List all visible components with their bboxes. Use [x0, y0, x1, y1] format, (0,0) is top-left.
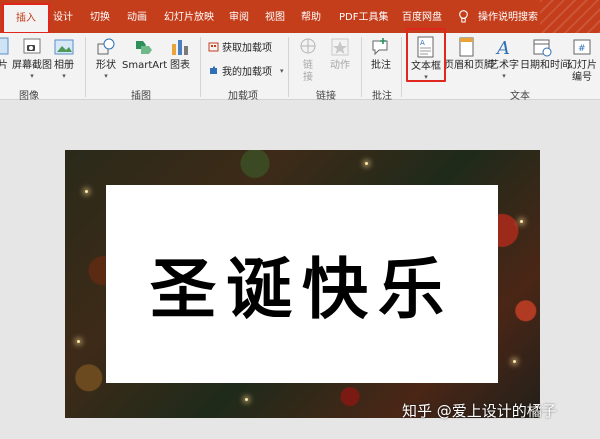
comment-icon	[372, 38, 388, 56]
chart-icon	[172, 40, 188, 55]
chevron-down-icon: ▾	[104, 72, 108, 80]
comment-button[interactable]: 批注	[367, 36, 395, 72]
group-divider	[361, 37, 362, 97]
datetime-button[interactable]: 日期和时间	[520, 36, 570, 72]
chevron-down-icon: ▾	[62, 72, 66, 80]
globe-link-icon	[300, 38, 316, 54]
tab-insert[interactable]: 插入	[2, 3, 50, 34]
bokeh-light	[365, 162, 368, 165]
photo-album-label: 相册	[54, 60, 74, 71]
picture-icon	[0, 37, 9, 55]
wordart-label: 艺术字	[489, 60, 519, 71]
tab-view[interactable]: 视图	[265, 0, 285, 33]
bokeh-light	[520, 220, 523, 223]
tell-me-search[interactable]: 操作说明搜索	[478, 0, 538, 33]
picture-label: 片	[0, 60, 8, 71]
group-label-links: 链接	[316, 91, 336, 102]
wordart-icon: A	[495, 38, 510, 58]
slide-number-button[interactable]: # 幻灯片 编号	[565, 36, 599, 84]
slide-number-label-line2: 编号	[572, 72, 592, 83]
chevron-down-icon: ▾	[280, 66, 284, 75]
my-addins-button[interactable]: 我的加载项 ▾	[208, 63, 284, 78]
bokeh-light	[245, 398, 248, 401]
tab-animations[interactable]: 动画	[127, 0, 147, 33]
chart-label: 图表	[170, 60, 190, 71]
textbox-highlight-annotation	[406, 28, 446, 82]
smartart-label: SmartArt	[122, 60, 168, 71]
slide-number-label-line1: 幻灯片	[567, 60, 597, 71]
group-label-addins: 加载项	[228, 91, 258, 102]
wordart-button[interactable]: A 艺术字 ▾	[487, 36, 521, 80]
group-divider	[288, 37, 289, 97]
my-addins-label: 我的加载项	[222, 67, 272, 78]
photo-album-button[interactable]: 相册 ▾	[52, 36, 76, 80]
tab-review[interactable]: 审阅	[229, 0, 249, 33]
datetime-label: 日期和时间	[520, 60, 570, 71]
white-text-box[interactable]: 圣诞快乐	[106, 185, 498, 383]
get-addins-button[interactable]: 获取加载项	[208, 39, 272, 54]
link-label-line2: 接	[303, 72, 313, 83]
tab-pdf-tools[interactable]: PDF工具集	[339, 0, 388, 33]
group-divider	[401, 37, 402, 97]
svg-text:#: #	[578, 44, 586, 54]
watermark: 知乎 @爱上设计的橘子	[402, 402, 557, 420]
store-icon	[208, 42, 219, 52]
tab-help[interactable]: 帮助	[301, 0, 321, 33]
lightbulb-icon	[459, 10, 468, 23]
chart-button[interactable]: 图表	[166, 36, 194, 72]
group-divider	[85, 37, 86, 97]
shapes-icon	[97, 38, 115, 55]
chevron-down-icon: ▾	[502, 72, 506, 80]
tab-slideshow[interactable]: 幻灯片放映	[164, 0, 214, 33]
ribbon-tab-bar: 插入 设计 切换 动画 幻灯片放映 审阅 视图 帮助 PDF工具集 百度网盘 操…	[0, 0, 600, 34]
get-addins-label: 获取加载项	[222, 43, 272, 54]
tab-design[interactable]: 设计	[53, 0, 73, 33]
shapes-label: 形状	[96, 60, 116, 71]
bokeh-light	[513, 360, 516, 363]
screenshot-label: 屏幕截图	[12, 60, 52, 71]
shapes-button[interactable]: 形状 ▾	[92, 36, 120, 80]
bokeh-light	[85, 190, 88, 193]
photo-album-icon	[54, 39, 74, 55]
addin-icon	[210, 66, 217, 74]
header-footer-label: 页眉和页脚	[444, 60, 494, 71]
link-label-line1: 链	[303, 60, 313, 71]
picture-button[interactable]: 片	[0, 36, 10, 72]
screenshot-button[interactable]: 屏幕截图 ▾	[12, 36, 52, 80]
tab-transitions[interactable]: 切换	[90, 0, 110, 33]
slide-canvas[interactable]: 圣诞快乐	[65, 150, 540, 418]
slide-title[interactable]: 圣诞快乐	[106, 185, 498, 383]
header-footer-icon	[459, 37, 474, 57]
action-star-icon	[331, 38, 349, 56]
smartart-icon	[136, 41, 152, 54]
svg-text:A: A	[495, 38, 510, 58]
calendar-icon	[533, 39, 552, 57]
action-button[interactable]: 动作	[326, 36, 354, 72]
smartart-button[interactable]: SmartArt	[122, 36, 168, 72]
link-button[interactable]: 链 接	[294, 36, 322, 84]
slide-number-icon: #	[573, 39, 591, 55]
comment-label: 批注	[371, 60, 391, 71]
title-bar-pattern	[540, 0, 600, 33]
group-divider	[200, 37, 201, 97]
bokeh-light	[77, 340, 80, 343]
group-label-text: 文本	[510, 91, 530, 102]
action-label: 动作	[330, 60, 350, 71]
header-footer-button[interactable]: 页眉和页脚	[444, 36, 494, 72]
group-label-images: 图像	[19, 91, 39, 102]
ribbon: 片 屏幕截图 ▾ 相册 ▾ 图像 形状 ▾ SmartArt 图表 插图 获取加…	[0, 33, 600, 102]
group-label-illustrations: 插图	[131, 91, 151, 102]
chevron-down-icon: ▾	[30, 72, 34, 80]
group-label-comments: 批注	[372, 91, 392, 102]
screenshot-icon	[23, 38, 41, 54]
